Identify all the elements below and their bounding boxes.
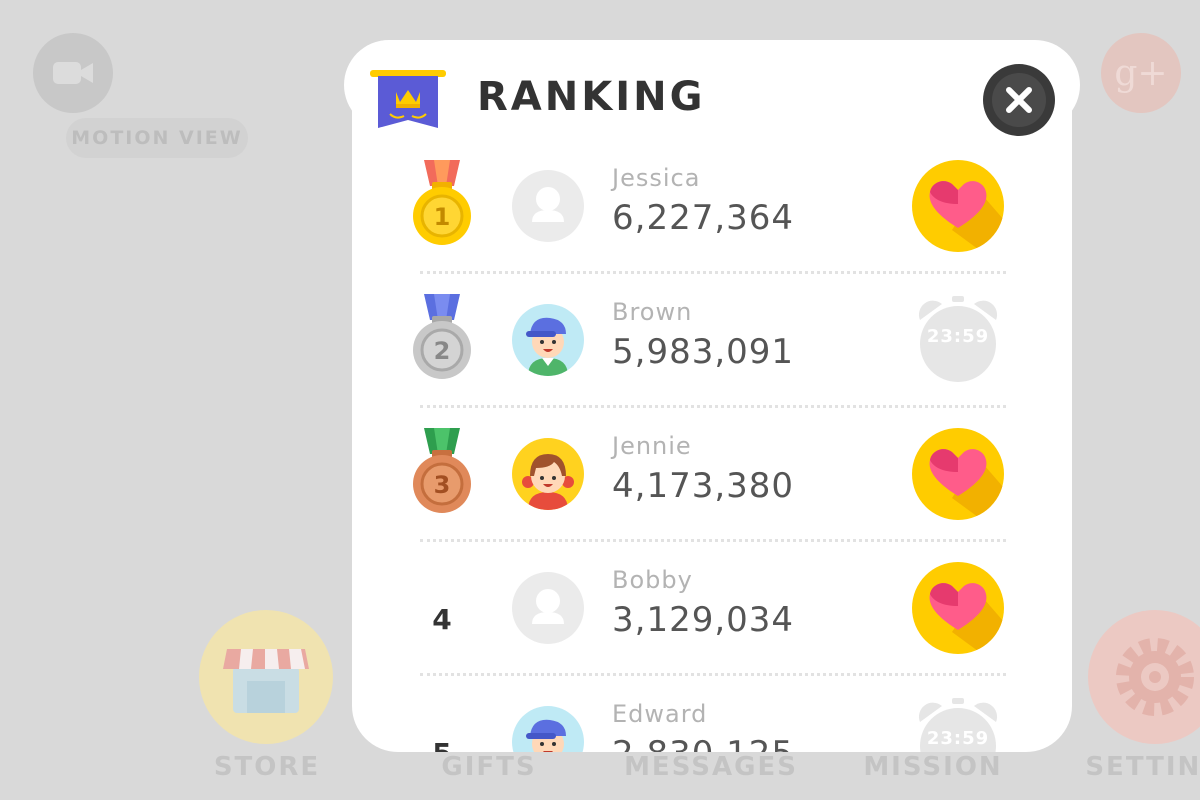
store-icon bbox=[223, 649, 309, 713]
user-silhouette-icon bbox=[532, 589, 564, 624]
row-divider bbox=[420, 539, 1006, 542]
row-divider bbox=[420, 673, 1006, 676]
player-score: 3,129,034 bbox=[612, 600, 795, 640]
avatar[interactable] bbox=[512, 706, 584, 752]
heart-timer: 23:59 bbox=[912, 696, 1004, 752]
avatar[interactable] bbox=[512, 572, 584, 644]
player-name: Jessica bbox=[612, 164, 701, 192]
player-score: 4,173,380 bbox=[612, 466, 795, 506]
ranking-row: 2 Brown 5,983,091 23:59 bbox=[352, 294, 1072, 428]
gold-medal-icon: 1 bbox=[413, 160, 471, 245]
close-icon bbox=[1006, 87, 1032, 113]
send-heart-button[interactable] bbox=[912, 160, 1004, 252]
medal-rank-number: 1 bbox=[434, 203, 451, 231]
close-button-inner bbox=[992, 73, 1046, 127]
setting-label: SETTING bbox=[1085, 752, 1200, 782]
store-label: STORE bbox=[213, 752, 321, 782]
player-name: Bobby bbox=[612, 566, 693, 594]
rank-number: 4 bbox=[432, 603, 452, 636]
google-plus-button[interactable]: g+ bbox=[1101, 33, 1181, 113]
player-score: 2,830,125 bbox=[612, 734, 794, 752]
player-score: 6,227,364 bbox=[612, 198, 795, 238]
girl-avatar-icon bbox=[522, 454, 574, 510]
dialog-title: RANKING bbox=[477, 74, 706, 120]
avatar[interactable] bbox=[512, 304, 584, 376]
medal-rank-number: 2 bbox=[434, 337, 451, 365]
heart-timer: 23:59 bbox=[912, 294, 1004, 386]
ranking-list: 1 Jessica 6,227,364 2 Brown 5,983,091 23… bbox=[352, 160, 1072, 752]
close-button[interactable] bbox=[983, 64, 1055, 136]
boy-avatar-icon bbox=[526, 719, 566, 752]
heart-icon bbox=[929, 181, 1004, 252]
timer-text: 23:59 bbox=[926, 326, 990, 347]
mission-label: MISSION bbox=[863, 752, 1003, 782]
timer-text: 23:59 bbox=[926, 728, 990, 749]
player-name: Brown bbox=[612, 298, 693, 326]
video-camera-icon bbox=[53, 62, 93, 84]
ranking-row: 1 Jessica 6,227,364 bbox=[352, 160, 1072, 294]
user-silhouette-icon bbox=[532, 187, 564, 222]
messages-label: MESSAGES bbox=[624, 752, 798, 782]
gear-icon bbox=[1116, 638, 1194, 716]
bronze-medal-icon: 3 bbox=[413, 428, 471, 513]
player-score: 5,983,091 bbox=[612, 332, 795, 372]
row-divider bbox=[420, 271, 1006, 274]
send-heart-button[interactable] bbox=[912, 562, 1004, 654]
ranking-row: 3 Jennie 4,173,380 bbox=[352, 428, 1072, 562]
ranking-row: 4 Bobby 3,129,034 bbox=[352, 562, 1072, 696]
silver-medal-icon: 2 bbox=[413, 294, 471, 379]
motion-view-button[interactable] bbox=[33, 33, 113, 113]
avatar[interactable] bbox=[512, 170, 584, 242]
player-name: Jennie bbox=[612, 432, 692, 460]
store-button[interactable] bbox=[199, 610, 333, 744]
heart-icon bbox=[929, 583, 1004, 654]
motion-view-label: MOTION VIEW bbox=[66, 118, 248, 158]
ranking-row: 5 Edward 2,830,125 bbox=[352, 696, 1072, 752]
send-heart-button[interactable] bbox=[912, 428, 1004, 520]
setting-button[interactable] bbox=[1088, 610, 1200, 744]
avatar[interactable] bbox=[512, 438, 584, 510]
rank-number: 5 bbox=[412, 737, 472, 752]
row-divider bbox=[420, 405, 1006, 408]
gifts-label: GIFTS bbox=[441, 752, 537, 782]
crown-banner-icon bbox=[370, 70, 446, 128]
heart-icon bbox=[929, 449, 1004, 520]
player-name: Edward bbox=[612, 700, 708, 728]
boy-avatar-icon bbox=[526, 317, 568, 376]
ranking-dialog: 1 Jessica 6,227,364 2 Brown 5,983,091 23… bbox=[352, 48, 1072, 752]
medal-rank-number: 3 bbox=[434, 471, 451, 499]
